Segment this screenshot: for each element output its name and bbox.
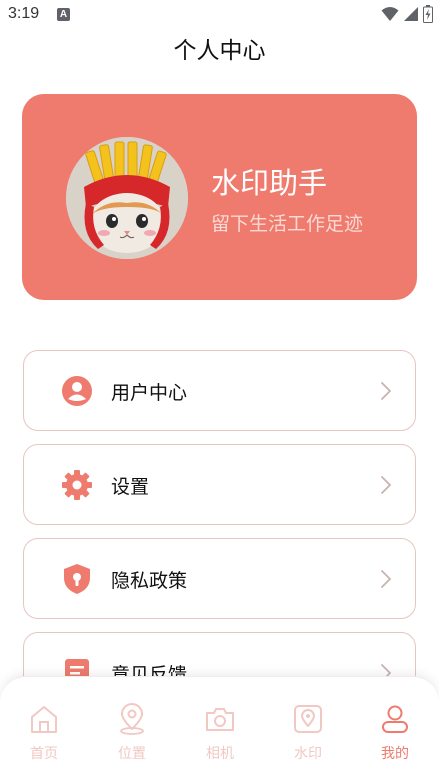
- profile-slogan: 留下生活工作足迹: [211, 213, 364, 235]
- tab-label: 位置: [118, 746, 146, 762]
- tab-label: 首页: [30, 746, 58, 762]
- location-icon: [120, 703, 144, 735]
- tab-home[interactable]: 首页: [0, 703, 88, 773]
- status-time: 3:19: [8, 5, 40, 22]
- menu-label: 用户中心: [111, 382, 188, 404]
- signal-icon: [404, 7, 418, 21]
- bottom-tab-bar: 首页 位置 相机 水印 我的: [0, 676, 439, 782]
- home-icon: [31, 706, 57, 733]
- menu-item-privacy-policy[interactable]: 隐私政策: [23, 538, 416, 619]
- menu-item-user-center[interactable]: 用户中心: [23, 350, 416, 431]
- tab-watermark[interactable]: 水印: [264, 703, 352, 773]
- avatar[interactable]: [66, 137, 188, 259]
- person-icon: [382, 705, 408, 733]
- profile-card[interactable]: 水印助手 留下生活工作足迹: [22, 94, 417, 300]
- user-circle-icon: [62, 376, 92, 406]
- battery-icon: [423, 5, 433, 23]
- shield-lock-icon: [64, 564, 90, 594]
- gear-icon: [62, 470, 92, 500]
- tab-location[interactable]: 位置: [88, 703, 176, 773]
- chevron-right-icon: [381, 382, 391, 400]
- profile-name: 水印助手: [211, 166, 328, 200]
- notification-badge: A: [57, 8, 70, 21]
- status-bar: 3:19 A: [0, 0, 439, 30]
- chevron-right-icon: [381, 570, 391, 588]
- tab-label: 我的: [381, 746, 409, 762]
- camera-icon: [206, 708, 234, 731]
- cat-avatar-image: [66, 137, 188, 259]
- chevron-right-icon: [381, 476, 391, 494]
- watermark-pin-icon: [294, 705, 322, 733]
- menu-item-settings[interactable]: 设置: [23, 444, 416, 525]
- menu-label: 隐私政策: [111, 570, 188, 592]
- tab-camera[interactable]: 相机: [176, 703, 264, 773]
- tab-label: 水印: [294, 746, 322, 762]
- wifi-icon: [381, 7, 399, 21]
- page-title: 个人中心: [173, 38, 266, 64]
- tab-label: 相机: [206, 746, 234, 762]
- tab-mine[interactable]: 我的: [351, 703, 439, 773]
- menu-label: 设置: [111, 476, 150, 498]
- status-icons: [381, 5, 433, 23]
